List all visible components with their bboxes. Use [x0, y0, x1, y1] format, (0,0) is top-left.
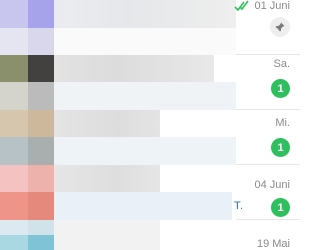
- contact-avatar: [28, 110, 54, 137]
- contact-avatar: [0, 235, 28, 250]
- contact-avatar: [28, 165, 54, 192]
- chat-preview: [54, 82, 236, 110]
- pin-icon[interactable]: [270, 17, 290, 37]
- chat-date: Sa.: [273, 58, 290, 70]
- contact-avatar: [28, 82, 54, 110]
- double-check-icon: [234, 0, 249, 12]
- contact-avatar: [0, 28, 28, 55]
- contact-avatar: [0, 220, 28, 235]
- unread-badge: 1: [271, 79, 290, 98]
- contact-avatar: [28, 235, 54, 250]
- chat-row[interactable]: T. 04 Juni 1: [0, 165, 300, 220]
- chat-date: Mi.: [275, 117, 290, 129]
- contact-avatar: [0, 137, 28, 165]
- chat-preview: [54, 220, 160, 250]
- chat-date: 19 Mai: [256, 238, 290, 250]
- chat-row[interactable]: Mi. 1: [0, 110, 300, 165]
- chat-preview: [54, 192, 232, 220]
- contact-avatar: [28, 137, 54, 165]
- chat-row[interactable]: 01 Juni: [0, 0, 300, 55]
- contact-avatar: [28, 55, 54, 82]
- unread-badge: 1: [271, 198, 290, 217]
- contact-avatar: [28, 28, 54, 55]
- chat-date: 01 Juni: [254, 0, 290, 12]
- chat-preview: [54, 165, 160, 192]
- chat-date: 04 Juni: [254, 179, 290, 191]
- chat-preview: [54, 110, 160, 137]
- contact-avatar: [28, 192, 54, 220]
- contact-avatar: [28, 220, 54, 235]
- unread-badge: 1: [271, 138, 290, 157]
- contact-avatar: [0, 192, 28, 220]
- chat-preview: [54, 28, 236, 55]
- contact-avatar: [0, 165, 28, 192]
- contact-avatar: [0, 82, 28, 110]
- contact-avatar: [0, 55, 28, 82]
- chat-preview: [54, 55, 214, 82]
- contact-avatar: [28, 0, 54, 28]
- chat-row[interactable]: 19 Mai: [0, 220, 300, 250]
- chat-row[interactable]: Sa. 1: [0, 55, 300, 110]
- chat-preview: [54, 137, 236, 165]
- chat-preview: [54, 0, 236, 28]
- contact-avatar: [0, 110, 28, 137]
- contact-avatar: [0, 0, 28, 28]
- chat-preview-tail: T.: [234, 200, 244, 212]
